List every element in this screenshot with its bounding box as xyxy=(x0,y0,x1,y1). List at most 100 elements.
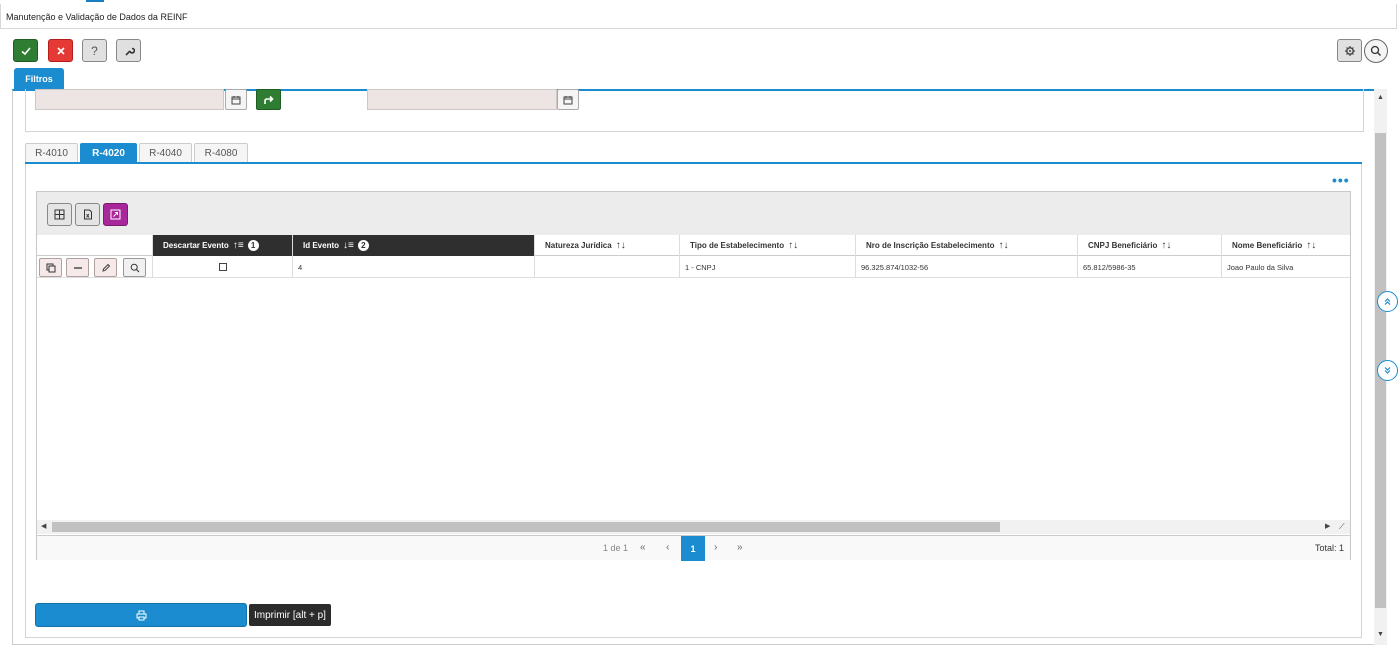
column-header-label: Descartar Evento xyxy=(163,241,229,250)
current-page-button[interactable]: 1 xyxy=(681,536,705,561)
discard-event-checkbox[interactable] xyxy=(218,263,227,271)
table-row[interactable]: 4 1 - CNPJ 96.325.874/1032-56 65.812/598… xyxy=(37,256,1350,278)
duplicate-row-button[interactable] xyxy=(39,258,62,277)
column-header-label: Id Evento xyxy=(303,241,340,250)
column-header-natureza-juridica[interactable]: Natureza Jurídica ↑↓ xyxy=(534,235,679,256)
scroll-right-arrow-icon[interactable]: ▶ xyxy=(1325,522,1330,530)
search-icon xyxy=(1370,45,1381,56)
column-header-label: Natureza Jurídica xyxy=(545,241,612,250)
start-date-input[interactable] xyxy=(35,89,224,110)
delete-row-button[interactable] xyxy=(66,258,89,277)
double-chevron-down-icon xyxy=(1384,367,1391,374)
window-title: Manutenção e Validação de Dados da REINF xyxy=(6,12,188,22)
column-header-cnpj-beneficiario[interactable]: CNPJ Beneficiário ↑↓ xyxy=(1077,235,1221,256)
cell-natureza-juridica xyxy=(534,256,679,278)
next-page-icon[interactable]: › xyxy=(714,542,717,553)
view-row-button[interactable] xyxy=(123,258,146,277)
column-header-label: Tipo de Estabelecimento xyxy=(690,241,785,250)
column-header-label: Nro de Inscrição Estabelecimento xyxy=(866,241,995,250)
first-page-icon[interactable]: « xyxy=(640,542,646,553)
sort-icon[interactable]: ↑↓ xyxy=(1161,240,1171,251)
close-icon xyxy=(56,46,65,55)
copy-icon xyxy=(46,263,55,272)
sort-descending-icon[interactable]: ↓≡ xyxy=(343,240,354,251)
sort-icon[interactable]: ↑↓ xyxy=(616,240,626,251)
calendar-icon xyxy=(231,95,241,104)
help-icon: ? xyxy=(91,43,98,58)
horizontal-scrollbar[interactable]: ◀ ▶ ⟋ xyxy=(37,520,1350,534)
tab-r4020[interactable]: R-4020 xyxy=(80,143,137,163)
total-count: Total: 1 xyxy=(1314,543,1344,553)
end-date-input[interactable] xyxy=(367,89,557,110)
cancel-button[interactable] xyxy=(48,39,73,62)
scroll-down-arrow-icon[interactable]: ▼ xyxy=(1376,630,1385,639)
table-grid-icon xyxy=(54,209,65,220)
column-header-label: Nome Beneficiário xyxy=(1232,241,1303,250)
sort-icon[interactable]: ↑↓ xyxy=(1306,240,1316,251)
actions-column-header xyxy=(37,235,152,256)
end-date-calendar-button[interactable] xyxy=(557,89,579,110)
resize-handle-icon[interactable]: ⟋ xyxy=(1339,522,1345,532)
sort-order-badge: 1 xyxy=(247,240,259,251)
check-icon xyxy=(20,46,31,55)
wrench-icon xyxy=(124,47,135,56)
pencil-icon xyxy=(101,263,110,272)
calendar-icon xyxy=(563,95,573,104)
grid-pagination: 1 de 1 « ‹ 1 › » Total: 1 xyxy=(37,535,1350,561)
apply-filter-button[interactable] xyxy=(256,89,281,110)
expand-icon xyxy=(110,209,121,220)
grid-header-row: Descartar Evento ↑≡ 1 Id Evento ↓≡ 2 Nat… xyxy=(37,235,1350,256)
sort-ascending-icon[interactable]: ↑≡ xyxy=(233,240,244,251)
scroll-up-arrow-icon[interactable]: ▲ xyxy=(1376,93,1385,102)
sort-icon[interactable]: ↑↓ xyxy=(788,240,798,251)
printer-icon xyxy=(136,610,146,620)
column-header-tipo-estabelecimento[interactable]: Tipo de Estabelecimento ↑↓ xyxy=(679,235,855,256)
column-header-id-evento[interactable]: Id Evento ↓≡ 2 xyxy=(292,235,534,256)
expand-grid-button[interactable] xyxy=(103,203,128,226)
scroll-bottom-button[interactable] xyxy=(1377,360,1398,381)
filters-tab[interactable]: Filtros xyxy=(14,68,64,89)
sort-order-badge: 2 xyxy=(357,240,369,251)
print-button[interactable] xyxy=(35,603,247,627)
sort-icon[interactable]: ↑↓ xyxy=(999,240,1009,251)
cell-nro-inscricao: 96.325.874/1032-56 xyxy=(855,256,1077,278)
cell-nome-beneficiario: Joao Paulo da Silva xyxy=(1221,256,1350,278)
cell-tipo-estabelecimento: 1 - CNPJ xyxy=(679,256,855,278)
column-header-nome-beneficiario[interactable]: Nome Beneficiário ↑↓ xyxy=(1221,235,1350,256)
confirm-button[interactable] xyxy=(13,39,38,62)
previous-page-icon[interactable]: ‹ xyxy=(666,542,669,553)
scroll-left-arrow-icon[interactable]: ◀ xyxy=(41,522,46,530)
gear-icon xyxy=(1344,45,1355,56)
tools-button[interactable] xyxy=(116,39,141,62)
page-info: 1 de 1 xyxy=(603,543,629,553)
tab-r4040[interactable]: R-4040 xyxy=(139,143,192,163)
grid-toolbar xyxy=(37,192,1350,235)
horizontal-scroll-thumb[interactable] xyxy=(52,522,1000,532)
cell-cnpj-beneficiario: 65.812/5986-35 xyxy=(1077,256,1221,278)
export-excel-button[interactable] xyxy=(75,203,100,226)
cell-id-evento: 4 xyxy=(292,256,534,278)
column-header-nro-inscricao[interactable]: Nro de Inscrição Estabelecimento ↑↓ xyxy=(855,235,1077,256)
cell-descartar-evento xyxy=(152,256,292,278)
edit-row-button[interactable] xyxy=(94,258,117,277)
print-tooltip: Imprimir [alt + p] xyxy=(249,604,331,626)
grid-columns-button[interactable] xyxy=(47,203,72,226)
last-page-icon[interactable]: » xyxy=(737,542,743,553)
settings-button[interactable] xyxy=(1337,39,1362,62)
scroll-top-button[interactable] xyxy=(1377,291,1398,312)
row-actions-cell xyxy=(37,256,152,278)
excel-file-icon xyxy=(83,209,92,220)
search-icon xyxy=(130,263,139,272)
tab-r4080[interactable]: R-4080 xyxy=(194,143,248,163)
data-grid: Descartar Evento ↑≡ 1 Id Evento ↓≡ 2 Nat… xyxy=(36,191,1351,561)
search-button[interactable] xyxy=(1364,39,1388,63)
column-header-label: CNPJ Beneficiário xyxy=(1088,241,1158,250)
column-header-descartar-evento[interactable]: Descartar Evento ↑≡ 1 xyxy=(152,235,292,256)
top-accent-mark xyxy=(86,0,104,2)
more-options-icon[interactable]: ••• xyxy=(1332,173,1350,187)
tab-r4010[interactable]: R-4010 xyxy=(25,143,78,163)
minus-icon xyxy=(73,266,82,269)
help-button[interactable]: ? xyxy=(82,39,107,62)
start-date-calendar-button[interactable] xyxy=(225,89,247,110)
double-chevron-up-icon xyxy=(1384,298,1391,305)
